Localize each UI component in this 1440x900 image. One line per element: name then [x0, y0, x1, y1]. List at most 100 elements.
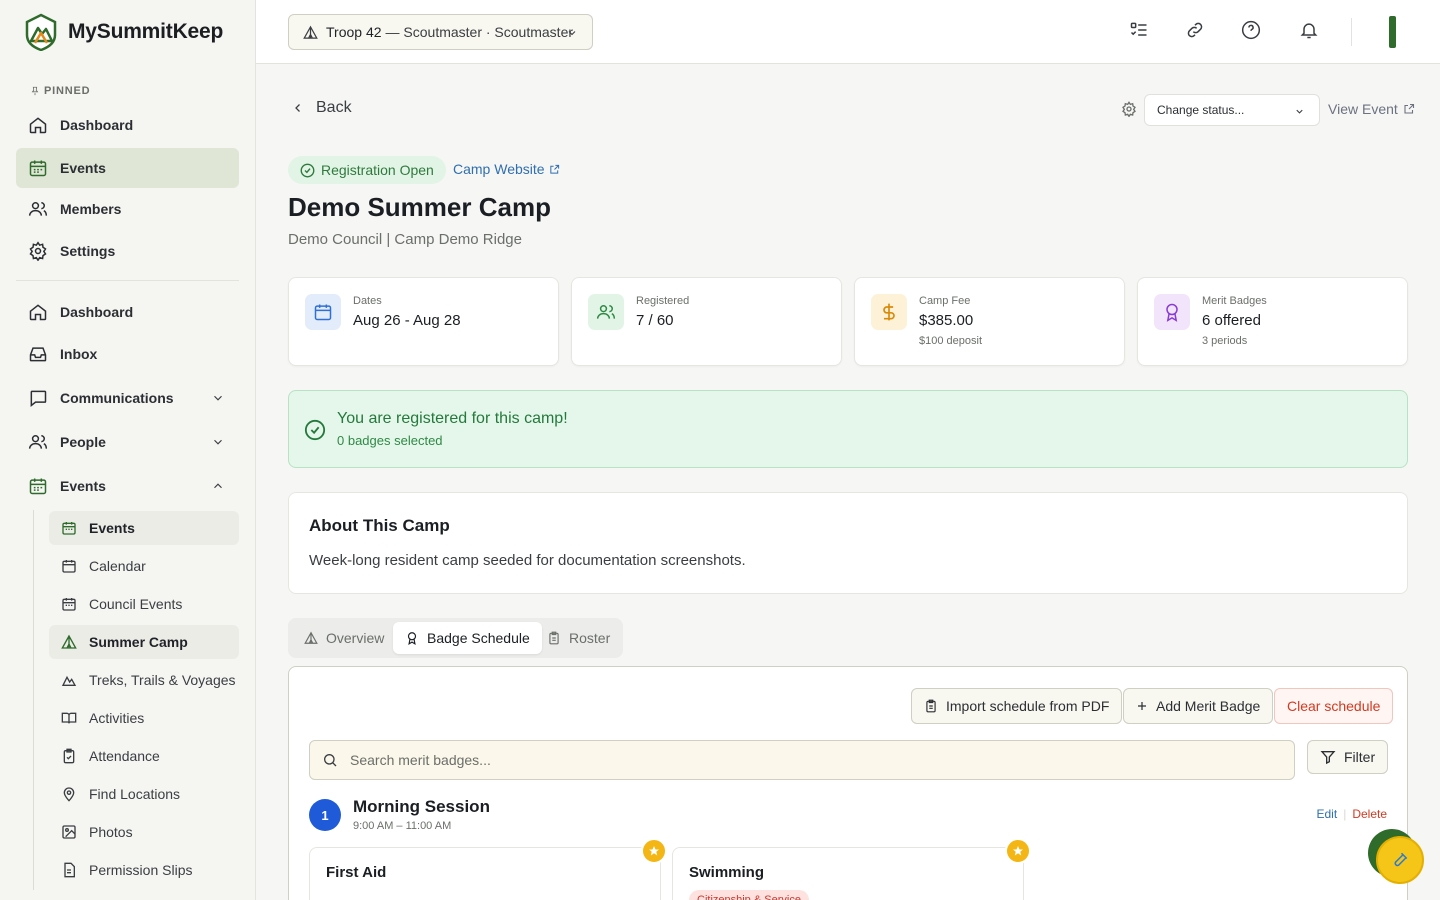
- about-body: Week-long resident camp seeded for docum…: [309, 552, 746, 569]
- stat-icon-wrap: [305, 294, 341, 330]
- troop-name: Troop 42: [326, 24, 382, 40]
- clipboard-icon: [549, 631, 559, 645]
- import-pdf-button[interactable]: Import schedule from PDF: [911, 688, 1123, 724]
- search-merit-badges-input[interactable]: Search merit badges...: [309, 740, 1295, 780]
- filter-icon: [1320, 751, 1336, 765]
- map-pin-icon: [63, 787, 75, 802]
- home-icon: [29, 304, 47, 321]
- chevron-up-icon: [214, 483, 222, 489]
- sidebar-item-people[interactable]: People: [16, 422, 239, 462]
- sidebar-item-inbox[interactable]: Inbox: [16, 334, 239, 374]
- troop-selector[interactable]: Troop 42 — Scoutmaster · Scoutmaster: [288, 14, 593, 50]
- book-icon: [61, 712, 77, 724]
- pinned-dashboard[interactable]: Dashboard: [16, 105, 239, 145]
- about-card: About This Camp Week-long resident camp …: [288, 492, 1408, 594]
- clipboard-check-icon: [63, 748, 75, 764]
- checklist-icon[interactable]: [1129, 20, 1149, 40]
- tent-icon: [303, 25, 318, 39]
- tab-badge-schedule[interactable]: Badge Schedule: [393, 622, 542, 654]
- calendar-icon: [29, 478, 47, 495]
- sidebar-item-events[interactable]: Events: [16, 466, 239, 506]
- home-icon: [29, 117, 47, 134]
- chevron-down-icon: [214, 395, 222, 401]
- subnav-find-locations[interactable]: Find Locations: [49, 777, 239, 811]
- stat-card-registered: Registered 7 / 60: [571, 277, 842, 366]
- badge-card-first-aid[interactable]: First Aid: [309, 847, 661, 900]
- subnav-council-events[interactable]: Council Events: [49, 587, 239, 621]
- clear-schedule-button[interactable]: Clear schedule: [1274, 688, 1394, 724]
- registration-status-badge: Registration Open: [288, 156, 446, 184]
- bell-icon[interactable]: [1299, 20, 1319, 40]
- troop-role: — Scoutmaster · Scoutmaster: [385, 24, 574, 40]
- stat-value: $385.00: [919, 312, 974, 329]
- image-icon: [62, 825, 76, 839]
- dollar-icon: [883, 303, 895, 321]
- event-settings-gear-icon[interactable]: [1121, 101, 1137, 117]
- camp-website-link[interactable]: Camp Website: [453, 161, 560, 177]
- stat-extra: $100 deposit: [919, 335, 982, 347]
- sidebar-item-dashboard[interactable]: Dashboard: [16, 292, 239, 332]
- file-icon: [64, 862, 75, 878]
- sidebar-item-communications[interactable]: Communications: [16, 378, 239, 418]
- sidebar: MySummitKeep PINNED Dashboard Events Mem…: [0, 0, 256, 900]
- link-icon[interactable]: [1185, 20, 1205, 40]
- change-status-select[interactable]: Change status...: [1144, 94, 1320, 126]
- chevron-down-icon: [1296, 109, 1303, 114]
- external-link-icon: [1404, 103, 1414, 114]
- tent-icon: [304, 631, 318, 644]
- badge-category-tag: Citizenship & Service: [689, 890, 809, 900]
- stat-label: Camp Fee: [919, 295, 971, 307]
- back-button[interactable]: Back: [292, 99, 352, 117]
- eagle-required-star-icon: [641, 838, 667, 864]
- chat-icon: [30, 390, 47, 408]
- calendar-icon: [62, 560, 76, 573]
- tab-roster[interactable]: Roster: [535, 622, 622, 654]
- badge-card-swimming[interactable]: Swimming Citizenship & Service: [672, 847, 1024, 900]
- stat-value: 7 / 60: [636, 312, 674, 329]
- avatar[interactable]: [1389, 16, 1396, 48]
- subnav-permission-slips[interactable]: Permission Slips: [49, 853, 239, 887]
- submenu-guide-line: [33, 510, 34, 890]
- calendar-icon: [29, 160, 47, 177]
- subnav-activities[interactable]: Activities: [49, 701, 239, 735]
- calendar-icon: [62, 522, 76, 535]
- calendar-icon: [62, 598, 76, 611]
- subnav-photos[interactable]: Photos: [49, 815, 239, 849]
- mountain-logo-icon: [25, 13, 57, 51]
- session-number: 1: [309, 799, 341, 831]
- stat-icon-wrap: [1154, 294, 1190, 330]
- stat-card-camp-fee: Camp Fee $385.00 $100 deposit: [854, 277, 1125, 366]
- award-icon: [1166, 303, 1178, 322]
- help-icon[interactable]: [1241, 20, 1261, 40]
- users-icon: [596, 305, 616, 319]
- app-logo[interactable]: MySummitKeep: [24, 13, 223, 51]
- session-delete-link[interactable]: Delete: [1352, 807, 1387, 821]
- stat-card-merit-badges: Merit Badges 6 offered 3 periods: [1137, 277, 1408, 366]
- stat-extra: 3 periods: [1202, 335, 1248, 347]
- tab-overview[interactable]: Overview: [292, 622, 396, 654]
- subnav-summer-camp[interactable]: Summer Camp: [49, 625, 239, 659]
- calendar-icon: [314, 304, 332, 321]
- badge-schedule-panel: Import schedule from PDF Add Merit Badge…: [288, 666, 1408, 900]
- subnav-treks[interactable]: Treks, Trails & Voyages: [49, 663, 239, 697]
- app-name: MySummitKeep: [68, 20, 224, 43]
- subnav-attendance[interactable]: Attendance: [49, 739, 239, 773]
- pinned-events[interactable]: Events: [16, 148, 239, 188]
- notice-subtitle: 0 badges selected: [337, 433, 443, 448]
- external-link-icon: [549, 164, 559, 174]
- pinned-settings[interactable]: Settings: [16, 231, 239, 271]
- stat-card-dates: Dates Aug 26 - Aug 28: [288, 277, 559, 366]
- event-tabs: Overview Badge Schedule Roster: [288, 618, 623, 658]
- floating-test-tube-button[interactable]: [1376, 836, 1424, 884]
- add-merit-badge-button[interactable]: Add Merit Badge: [1123, 688, 1274, 724]
- filter-button[interactable]: Filter: [1307, 740, 1389, 774]
- session-edit-link[interactable]: Edit: [1317, 807, 1338, 821]
- pinned-members[interactable]: Members: [16, 189, 239, 229]
- session-time: 9:00 AM – 11:00 AM: [353, 820, 452, 832]
- chevron-left-icon: [295, 104, 300, 112]
- view-event-link[interactable]: View Event: [1328, 101, 1415, 117]
- subnav-events[interactable]: Events: [49, 511, 239, 545]
- subnav-calendar[interactable]: Calendar: [49, 549, 239, 583]
- registration-notice: You are registered for this camp! 0 badg…: [288, 390, 1408, 468]
- page-title: Demo Summer Camp: [288, 192, 551, 222]
